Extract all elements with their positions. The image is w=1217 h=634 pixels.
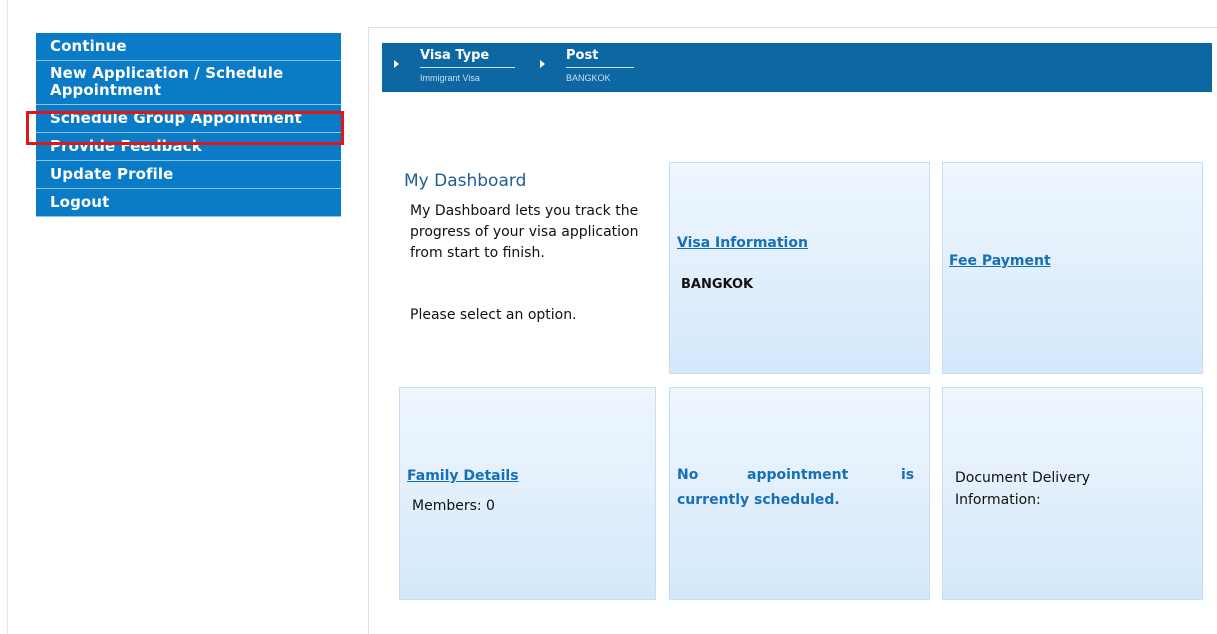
tile-appointment: No appointment is currently scheduled. [669, 387, 930, 600]
breadcrumb-title: Visa Type [420, 48, 490, 63]
dashboard-description: My Dashboard lets you track the progress… [410, 203, 639, 261]
visa-information-link[interactable]: Visa Information [677, 235, 808, 251]
breadcrumb-underline [420, 67, 515, 68]
appointment-status-word: is [901, 467, 915, 483]
document-delivery-info: Document Delivery Information: [955, 470, 1091, 508]
sidebar-nav: Continue New Application / Schedule Appo… [36, 33, 341, 217]
appointment-status-text: currently scheduled. [677, 492, 840, 508]
content-border-left [368, 27, 369, 634]
tile-document-delivery: Document Delivery Information: [942, 387, 1203, 600]
sidebar-item-provide-feedback[interactable]: Provide Feedback [36, 133, 341, 161]
sidebar-item-schedule-group-appointment[interactable]: Schedule Group Appointment [36, 105, 341, 133]
breadcrumb: Visa Type Immigrant Visa Post BANGKOK [382, 43, 1212, 92]
chevron-right-icon [540, 60, 545, 68]
page-border-left [7, 0, 8, 634]
content-border-top [368, 27, 1217, 28]
page-title: My Dashboard [404, 171, 527, 191]
family-details-link[interactable]: Family Details [407, 468, 519, 484]
fee-payment-link[interactable]: Fee Payment [949, 253, 1051, 269]
sidebar-item-continue[interactable]: Continue [36, 33, 341, 61]
tile-family-details: Family Details Members: 0 [399, 387, 656, 600]
sidebar-item-update-profile[interactable]: Update Profile [36, 161, 341, 189]
tile-visa-information: Visa Information BANGKOK [669, 162, 930, 374]
chevron-right-icon [394, 60, 399, 68]
family-members-count: Members: 0 [412, 498, 495, 514]
tile-fee-payment: Fee Payment [942, 162, 1203, 374]
sidebar-item-new-application[interactable]: New Application / Schedule Appointment [36, 61, 341, 105]
visa-post-value: BANGKOK [681, 277, 754, 292]
appointment-status-word: No [677, 467, 699, 483]
breadcrumb-title: Post [566, 48, 599, 63]
breadcrumb-subtitle: BANGKOK [566, 73, 611, 83]
appointment-status-word: appointment [747, 467, 849, 483]
breadcrumb-subtitle: Immigrant Visa [420, 73, 480, 83]
dashboard-prompt: Please select an option. [410, 307, 577, 323]
breadcrumb-underline [566, 67, 634, 68]
sidebar-item-logout[interactable]: Logout [36, 189, 341, 217]
